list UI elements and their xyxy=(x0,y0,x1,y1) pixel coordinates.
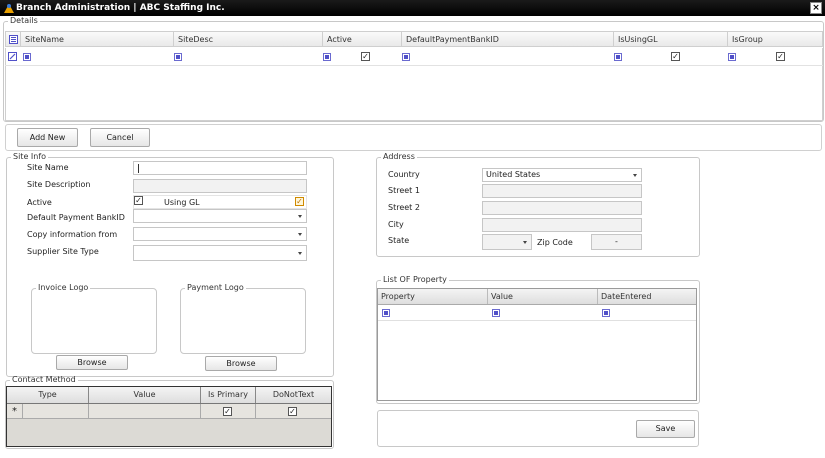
address-legend: Address xyxy=(383,152,415,161)
window-title: Branch Administration | ABC Staffing Inc… xyxy=(16,3,225,13)
value-cell[interactable] xyxy=(89,404,201,419)
site-description-field[interactable] xyxy=(133,179,307,193)
active-cell-editor[interactable] xyxy=(323,53,331,61)
property-grid: Property Value DateEntered xyxy=(377,288,697,401)
street2-field[interactable] xyxy=(482,201,642,215)
default-payment-bank-dropdown[interactable] xyxy=(133,209,307,223)
chevron-down-icon xyxy=(523,241,527,244)
property-grid-header: Property Value DateEntered xyxy=(378,289,696,305)
invoice-logo-browse-button[interactable]: Browse xyxy=(56,355,128,370)
active-row-frame xyxy=(133,195,307,209)
sitedesc-cell-editor[interactable] xyxy=(174,53,182,61)
defaultpaymentbankid-cell-editor[interactable] xyxy=(402,53,410,61)
country-dropdown[interactable]: United States xyxy=(482,168,642,182)
grid-menu-icon[interactable] xyxy=(9,35,18,44)
app-logo-icon xyxy=(4,4,14,13)
site-name-label: Site Name xyxy=(27,163,69,172)
value-cell-editor[interactable] xyxy=(492,309,500,317)
column-header-isusinggl[interactable]: IsUsingGL xyxy=(613,32,728,47)
column-header-donottext[interactable]: DoNotText xyxy=(256,387,331,403)
table-row[interactable] xyxy=(378,305,696,321)
site-description-label: Site Description xyxy=(27,180,91,189)
edit-row-icon[interactable] xyxy=(8,52,17,61)
supplier-site-type-label: Supplier Site Type xyxy=(27,247,99,256)
country-label: Country xyxy=(388,170,420,179)
column-header-isgroup[interactable]: IsGroup xyxy=(727,32,822,47)
zip-code-field[interactable]: - xyxy=(591,234,642,250)
isgroup-checkbox[interactable]: ✓ xyxy=(776,52,785,61)
copy-information-label: Copy information from xyxy=(27,230,118,239)
active-checkbox[interactable]: ✓ xyxy=(361,52,370,61)
column-header-type[interactable]: Type xyxy=(7,387,89,403)
state-dropdown[interactable] xyxy=(482,234,532,250)
using-gl-checkbox[interactable]: ✓ xyxy=(295,197,304,206)
city-field[interactable] xyxy=(482,218,642,232)
add-new-button[interactable]: Add New xyxy=(17,128,78,147)
payment-logo-browse-button[interactable]: Browse xyxy=(205,356,277,371)
column-header-value[interactable]: Value xyxy=(488,289,598,304)
table-row[interactable]: * ✓ ✓ xyxy=(7,404,331,419)
column-header-is-primary[interactable]: Is Primary xyxy=(201,387,256,403)
close-button[interactable]: × xyxy=(810,2,822,14)
city-label: City xyxy=(388,220,404,229)
supplier-site-type-dropdown[interactable] xyxy=(133,245,307,261)
text-caret xyxy=(138,164,139,173)
details-legend: Details xyxy=(10,16,38,25)
column-header-value[interactable]: Value xyxy=(89,387,201,403)
column-header-active[interactable]: Active xyxy=(322,32,402,47)
isusinggl-cell-editor[interactable] xyxy=(614,53,622,61)
invoice-logo-box[interactable]: Invoice Logo xyxy=(31,284,157,354)
details-grid-header: SiteName SiteDesc Active DefaultPaymentB… xyxy=(5,31,823,47)
property-cell-editor[interactable] xyxy=(382,309,390,317)
street1-field[interactable] xyxy=(482,184,642,198)
cancel-button[interactable]: Cancel xyxy=(90,128,150,147)
table-row[interactable]: ✓ ✓ ✓ xyxy=(5,48,823,66)
donottext-cell[interactable]: ✓ xyxy=(256,404,331,419)
invoice-logo-legend: Invoice Logo xyxy=(38,283,89,292)
contact-method-grid: Type Value Is Primary DoNotText * ✓ ✓ xyxy=(6,386,332,447)
active-label: Active xyxy=(27,198,52,207)
save-button[interactable]: Save xyxy=(636,420,695,438)
column-header-sitename[interactable]: SiteName xyxy=(20,32,175,47)
state-label: State xyxy=(388,236,410,245)
window-title-bar: Branch Administration | ABC Staffing Inc… xyxy=(0,0,825,16)
country-value: United States xyxy=(486,170,541,179)
column-header-sitedesc[interactable]: SiteDesc xyxy=(173,32,323,47)
street2-label: Street 2 xyxy=(388,203,420,212)
copy-information-dropdown[interactable] xyxy=(133,227,307,241)
isgroup-cell-editor[interactable] xyxy=(728,53,736,61)
list-of-property-legend: List OF Property xyxy=(383,275,447,284)
default-payment-bank-label: Default Payment BankID xyxy=(27,213,125,222)
chevron-down-icon xyxy=(633,174,637,177)
zip-code-label: Zip Code xyxy=(537,238,573,247)
site-name-field[interactable] xyxy=(133,161,307,175)
site-info-legend: Site Info xyxy=(13,152,47,161)
isusinggl-checkbox[interactable]: ✓ xyxy=(671,52,680,61)
column-header-defaultpaymentbankid[interactable]: DefaultPaymentBankID xyxy=(401,32,614,47)
type-cell[interactable] xyxy=(23,404,89,419)
chevron-down-icon xyxy=(298,215,302,218)
contact-method-grid-header: Type Value Is Primary DoNotText xyxy=(7,387,331,404)
chevron-down-icon xyxy=(298,233,302,236)
donottext-checkbox[interactable]: ✓ xyxy=(288,407,297,416)
dateentered-cell-editor[interactable] xyxy=(602,309,610,317)
sitename-cell-editor[interactable] xyxy=(23,53,31,61)
chevron-down-icon xyxy=(298,252,302,255)
column-header-dateentered[interactable]: DateEntered xyxy=(598,289,696,304)
new-row-marker: * xyxy=(7,404,23,419)
payment-logo-box[interactable]: Payment Logo xyxy=(180,284,306,354)
is-primary-checkbox[interactable]: ✓ xyxy=(223,407,232,416)
street1-label: Street 1 xyxy=(388,186,420,195)
payment-logo-legend: Payment Logo xyxy=(187,283,244,292)
contact-method-legend: Contact Method xyxy=(12,375,76,384)
is-primary-cell[interactable]: ✓ xyxy=(201,404,256,419)
column-header-property[interactable]: Property xyxy=(378,289,488,304)
